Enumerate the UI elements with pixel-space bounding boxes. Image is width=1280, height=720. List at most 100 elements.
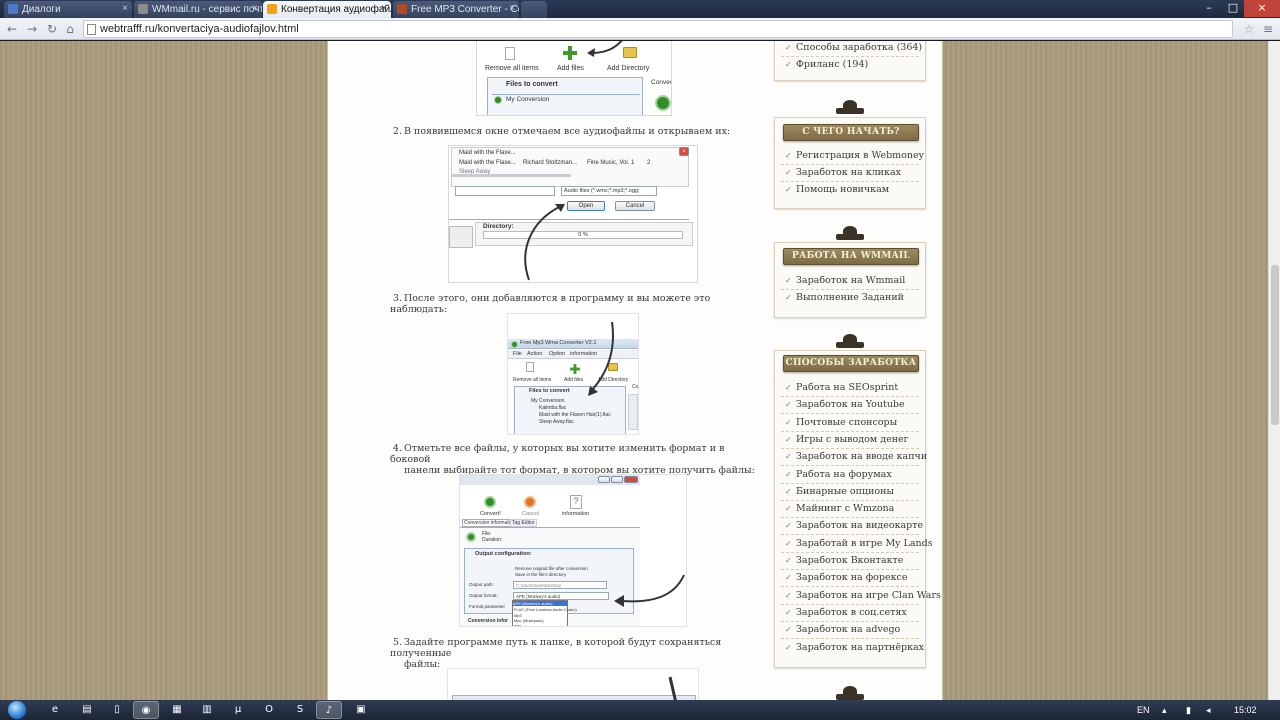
vertical-scrollbar[interactable] bbox=[1268, 41, 1280, 700]
format-option[interactable]: APE (Monkey's audio) bbox=[513, 601, 567, 606]
conversion-info-label: Conversion infor bbox=[468, 618, 509, 624]
clock[interactable]: 15:02 bbox=[1234, 700, 1257, 720]
sidebar-item[interactable]: ✓ Выполнение Заданий bbox=[785, 292, 904, 303]
sidebar-item[interactable]: ✓ Бинарные опционы bbox=[785, 486, 894, 497]
convert-icon bbox=[484, 496, 496, 508]
close-icon[interactable]: × bbox=[679, 147, 689, 156]
close-icon[interactable]: × bbox=[252, 3, 258, 14]
sidebar: ✓ Способы заработка (364) ✓ Фриланс (194) … bbox=[774, 41, 941, 700]
sidebar-item[interactable]: ✓ Заработок на видеокарте bbox=[785, 520, 923, 531]
network-icon[interactable]: ▮ bbox=[1186, 700, 1191, 720]
sidebar-item[interactable]: ✓ Помощь новичкам bbox=[785, 184, 889, 195]
sidebar-item[interactable]: ✓ Заработок на партнёрках bbox=[785, 642, 924, 653]
file-type-select[interactable]: Audio files (*.wmc;*.mp3;*.ogg; bbox=[561, 186, 657, 196]
sidebar-item[interactable]: ✓ Заработок на игре Clan Wars bbox=[785, 590, 941, 601]
cancel-button[interactable]: Cancel bbox=[615, 201, 655, 211]
address-bar[interactable]: webtrafff.ru/konvertaciya-audiofajlov.ht… bbox=[83, 20, 1233, 38]
start-button[interactable] bbox=[3, 700, 31, 720]
utorrent-icon[interactable]: µ bbox=[225, 701, 251, 719]
sidebar-item[interactable]: ✓ Заработок в соц.сетях bbox=[785, 607, 907, 618]
sidebar-item[interactable]: ✓ Заработок на Youtube bbox=[785, 399, 905, 410]
maximize-button[interactable]: □ bbox=[1222, 0, 1244, 17]
sidebar-item[interactable]: ✓ Регистрация в Webmoney bbox=[785, 150, 924, 161]
calculator-icon[interactable]: ▥ bbox=[194, 701, 220, 719]
sidebar-item[interactable]: ✓ Работа на SEOsprint bbox=[785, 382, 898, 393]
file-item[interactable]: Sleep Away.flac bbox=[539, 419, 574, 425]
sidebar-item[interactable]: ✓ Способы заработка (364) bbox=[785, 42, 922, 53]
explorer-icon[interactable]: ▤ bbox=[74, 701, 100, 719]
format-option[interactable]: ogg bbox=[514, 623, 521, 626]
sidebar-item[interactable]: ✓ Работа на форумах bbox=[785, 469, 892, 480]
site-icon bbox=[267, 4, 277, 14]
chrome-icon[interactable]: ◉ bbox=[133, 701, 159, 719]
open-button[interactable]: Open bbox=[567, 201, 605, 211]
file-item[interactable]: Maid with the Flaxen Hair(1).flac bbox=[539, 412, 611, 418]
tray-arrow-icon[interactable]: ▴ bbox=[1162, 700, 1167, 720]
tab-wmmail[interactable]: WMmail.ru - сервис почт × bbox=[134, 1, 262, 18]
sidebar-item[interactable]: ✓ Почтовые спонсоры bbox=[785, 417, 897, 428]
cancel-label: Cancel bbox=[522, 511, 540, 517]
tab-tag-editor[interactable]: Tag Editor bbox=[510, 519, 537, 527]
sidebar-item[interactable]: ✓ Игры с выводом денег bbox=[785, 434, 909, 445]
menu-file[interactable]: File bbox=[513, 351, 522, 357]
check-icon: ✓ bbox=[785, 469, 792, 479]
file-row-2[interactable]: Maid with the Flaxe... bbox=[459, 160, 516, 166]
sidebar-item[interactable]: ✓ Заработок на форексе bbox=[785, 572, 907, 583]
sidebar-item[interactable]: ✓ Заработок на вводе капчи bbox=[785, 451, 927, 462]
check-icon: ✓ bbox=[785, 383, 792, 392]
sidebar-item[interactable]: ✓ Заработок на advego bbox=[785, 624, 900, 635]
ie-icon[interactable]: e bbox=[42, 701, 68, 719]
output-format-select[interactable]: APE (Monkey's audio) bbox=[513, 592, 609, 600]
back-icon[interactable]: ← bbox=[4, 21, 20, 37]
sidebar-item[interactable]: ✓ Заработай в игре My Lands bbox=[785, 538, 933, 549]
conversion-icon bbox=[494, 96, 502, 104]
volume-icon[interactable]: ◂ bbox=[1206, 700, 1211, 720]
tab-free-mp3[interactable]: Free MP3 Converter - Co × bbox=[393, 1, 519, 18]
side-label: Co bbox=[632, 384, 639, 390]
language-indicator[interactable]: EN bbox=[1137, 700, 1150, 720]
step-number: 3. bbox=[392, 293, 402, 304]
sidebar-item[interactable]: ✓ Майнинг с Wmzona bbox=[785, 503, 894, 514]
minimize-button[interactable]: – bbox=[1196, 0, 1222, 17]
recorder-icon[interactable]: ▣ bbox=[348, 701, 374, 719]
app-icon[interactable]: ▦ bbox=[164, 701, 190, 719]
tab-konvertaciya[interactable]: Конвертация аудиофайл × bbox=[263, 1, 391, 18]
close-window-button[interactable]: × bbox=[1244, 0, 1280, 17]
format-param-label: Format parameter bbox=[469, 604, 506, 609]
menu-option[interactable]: Option bbox=[549, 351, 565, 357]
page-icon bbox=[87, 24, 96, 35]
remove-original-checkbox[interactable]: Remove original file after conversion bbox=[515, 566, 588, 571]
reload-icon[interactable]: ↻ bbox=[44, 21, 60, 37]
skype-icon[interactable]: S bbox=[287, 701, 313, 719]
duration-label: Duration: bbox=[482, 537, 503, 543]
new-tab-button[interactable] bbox=[521, 1, 547, 18]
sidebar-item[interactable]: ✓ Заработок Вконтакте bbox=[785, 555, 903, 566]
sidebar-item[interactable]: ✓ Заработок на Wmmail bbox=[785, 275, 905, 286]
filename-input[interactable] bbox=[455, 186, 555, 196]
information-label: information bbox=[562, 511, 590, 517]
close-icon[interactable]: × bbox=[509, 3, 515, 14]
clip-icon bbox=[836, 100, 864, 114]
format-option[interactable]: FLAC (Free Lossless Audio Codec) bbox=[514, 607, 577, 612]
sidebar-item[interactable]: ✓ Фриланс (194) bbox=[785, 59, 868, 70]
scrollbar-thumb[interactable] bbox=[1271, 265, 1279, 425]
opera-icon[interactable]: O bbox=[256, 701, 282, 719]
separator bbox=[781, 482, 919, 484]
tab-dialogs[interactable]: Диалоги × bbox=[4, 1, 132, 18]
close-icon[interactable]: × bbox=[122, 3, 128, 14]
notepad-icon[interactable]: ▯ bbox=[104, 701, 130, 719]
close-icon[interactable]: × bbox=[381, 3, 387, 14]
converter-icon[interactable]: ♪ bbox=[316, 701, 342, 719]
menu-action[interactable]: Action bbox=[527, 351, 542, 357]
save-in-dir-checkbox[interactable]: Save in the file's directory bbox=[515, 572, 566, 577]
star-icon[interactable]: ☆ bbox=[1241, 21, 1257, 37]
forward-icon[interactable]: → bbox=[24, 21, 40, 37]
file-item[interactable]: Kalimba.flac bbox=[539, 405, 566, 411]
windows-taskbar: e ▤ ▯ ◉ ▦ ▥ µ O S ♪ ▣ EN ▴ ▮ ◂ 15:02 bbox=[0, 700, 1280, 720]
output-path-input[interactable]: C:\Users\Ivan\Desktop bbox=[513, 581, 607, 589]
sidebar-item[interactable]: ✓ Заработок на кликах bbox=[785, 167, 901, 178]
file-row-1[interactable]: Maid with the Flaxe... bbox=[459, 150, 516, 156]
separator bbox=[781, 465, 919, 467]
menu-icon[interactable]: ≡ bbox=[1260, 21, 1276, 37]
home-icon[interactable]: ⌂ bbox=[62, 21, 78, 37]
